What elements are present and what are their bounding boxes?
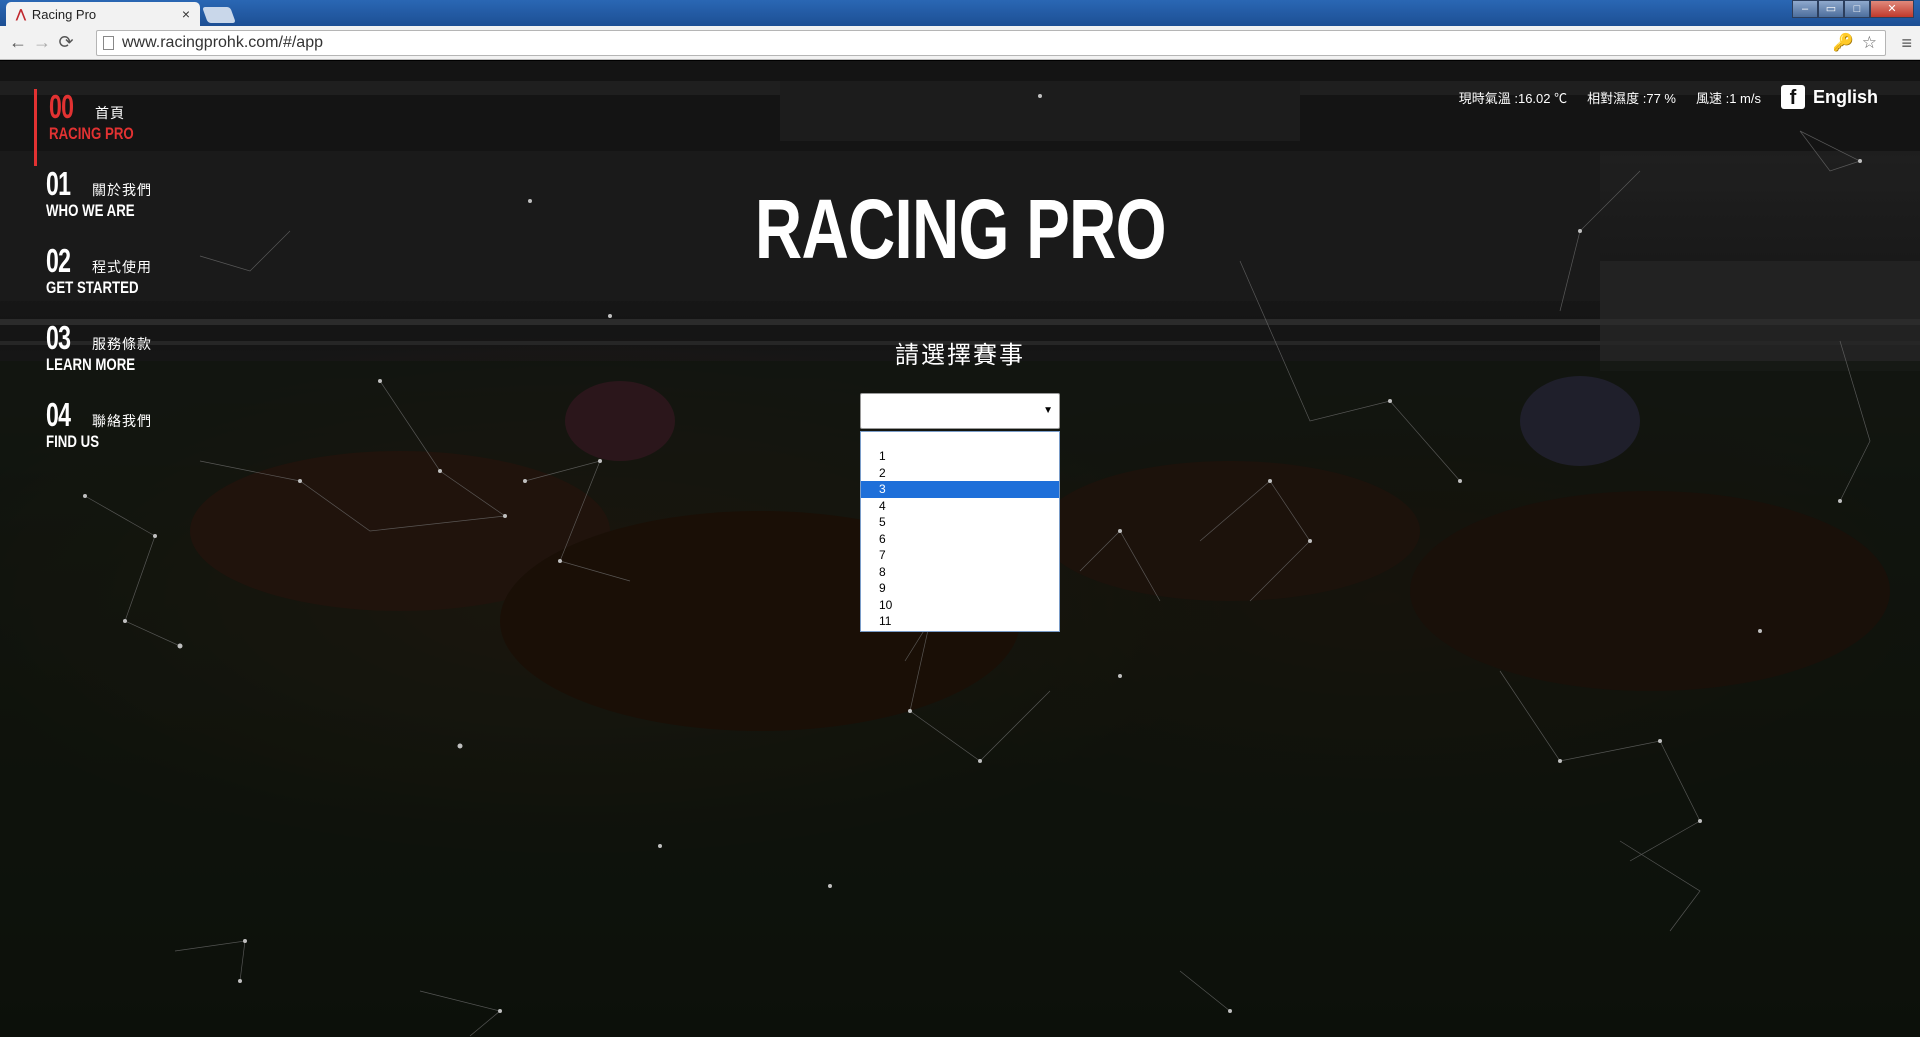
new-tab-button[interactable]: [202, 7, 236, 23]
race-option[interactable]: 4: [861, 498, 1059, 515]
humidity-readout: 相對濕度 :77 %: [1587, 90, 1676, 106]
tab-title: Racing Pro: [31, 6, 97, 22]
race-option[interactable]: 9: [861, 580, 1059, 597]
url-text[interactable]: www.racingprohk.com/#/app: [122, 34, 323, 52]
race-option[interactable]: 7: [861, 547, 1059, 564]
nav-item-number: 00: [49, 88, 74, 125]
race-option[interactable]: 8: [861, 564, 1059, 581]
nav-item-cn-label: 聯絡我們: [92, 413, 152, 429]
nav-item-find-us[interactable]: 04 聯絡我們 FIND US: [34, 397, 234, 474]
race-option[interactable]: 1: [861, 448, 1059, 465]
window-controls: – ▭ □ ✕: [1792, 0, 1914, 18]
back-button[interactable]: ←: [6, 32, 30, 53]
tab-close-icon[interactable]: ×: [182, 6, 190, 22]
browser-toolbar: ← → ⟳ www.racingprohk.com/#/app 🔑 ☆ ≡: [0, 26, 1920, 60]
race-select-dropdown: 1 2 3 4 5 6 7 8 9 10 11: [860, 431, 1060, 632]
side-navigation: 00 首頁 RACING PRO 01 關於我們 WHO WE ARE 02 程…: [34, 89, 234, 474]
hero-title: RACING PRO: [754, 182, 1167, 276]
race-option[interactable]: [861, 438, 1059, 448]
nav-item-en-label: GET STARTED: [46, 278, 139, 297]
restore-button[interactable]: ▭: [1818, 0, 1844, 18]
maximize-button[interactable]: □: [1844, 0, 1870, 18]
race-option[interactable]: 2: [861, 465, 1059, 482]
browser-titlebar: ⋀ Racing Pro × – ▭ □ ✕: [0, 0, 1920, 26]
bookmark-star-icon[interactable]: ☆: [1862, 33, 1877, 53]
address-bar[interactable]: www.racingprohk.com/#/app 🔑 ☆: [96, 30, 1886, 56]
language-switch[interactable]: English: [1813, 87, 1878, 108]
forward-button[interactable]: →: [30, 32, 54, 53]
browser-tab[interactable]: ⋀ Racing Pro ×: [6, 2, 200, 26]
nav-item-en-label: FIND US: [46, 432, 100, 451]
race-option[interactable]: 3: [861, 481, 1059, 498]
race-option[interactable]: 10: [861, 597, 1059, 614]
close-window-button[interactable]: ✕: [1870, 0, 1914, 18]
nav-item-home[interactable]: 00 首頁 RACING PRO: [34, 89, 234, 166]
page-icon: [103, 36, 114, 50]
nav-item-cn-label: 首頁: [95, 105, 125, 121]
browser-menu-icon[interactable]: ≡: [1901, 33, 1912, 54]
racing-pro-favicon-icon: ⋀: [16, 7, 26, 21]
key-icon[interactable]: 🔑: [1833, 33, 1854, 53]
nav-item-en-label: RACING PRO: [49, 124, 134, 143]
wind-readout: 風速 :1 m/s: [1695, 90, 1761, 106]
race-option[interactable]: 11: [861, 613, 1059, 630]
race-select[interactable]: ▼: [860, 393, 1060, 429]
hero-title-wrap: RACING PRO: [0, 184, 1920, 274]
temperature-readout: 現時氣溫 :16.02 ℃: [1458, 90, 1568, 106]
app-page: 00 首頁 RACING PRO 01 關於我們 WHO WE ARE 02 程…: [0, 61, 1920, 1037]
race-option[interactable]: 5: [861, 514, 1059, 531]
weather-bar: 現時氣溫 :16.02 ℃ 相對濕度 :77 % 風速 :1 m/s f Eng…: [1459, 85, 1878, 109]
facebook-icon[interactable]: f: [1780, 85, 1805, 109]
minimize-button[interactable]: –: [1792, 0, 1818, 18]
dropdown-arrow-icon[interactable]: ▼: [1043, 405, 1053, 416]
race-option[interactable]: 6: [861, 531, 1059, 548]
nav-item-number: 04: [46, 396, 71, 433]
race-select-prompt: 請選擇賽事: [895, 342, 1025, 369]
reload-button[interactable]: ⟳: [54, 32, 78, 53]
